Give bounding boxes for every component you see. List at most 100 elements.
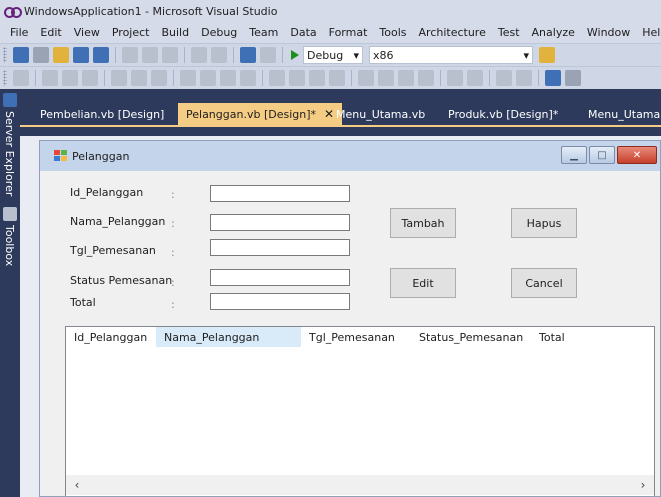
vertical-spacing-equal-icon[interactable]	[358, 70, 374, 86]
edit-button[interactable]: Edit	[390, 268, 456, 298]
undo-icon[interactable]	[191, 47, 207, 63]
toolbar-separator	[233, 47, 234, 63]
align-bottoms-icon[interactable]	[151, 70, 167, 86]
toolbar-grip[interactable]	[3, 47, 7, 63]
horizontal-scrollbar[interactable]: ‹ ›	[66, 475, 654, 495]
navigate-backward-icon[interactable]	[240, 47, 256, 63]
left-dock-strip: Server Explorer Toolbox	[0, 89, 20, 497]
menu-team[interactable]: Team	[243, 26, 284, 39]
total-input[interactable]	[210, 293, 350, 310]
increase-horizontal-spacing-icon[interactable]	[289, 70, 305, 86]
menu-tools[interactable]: Tools	[373, 26, 412, 39]
server-explorer-icon[interactable]	[3, 93, 17, 107]
solution-configuration-select[interactable]: Debug ▾	[303, 46, 363, 64]
menu-architecture[interactable]: Architecture	[413, 26, 492, 39]
tab-label: Menu_Utama.vb	[336, 107, 426, 121]
cancel-button[interactable]: Cancel	[511, 268, 577, 298]
toolbox-tab[interactable]: Toolbox	[3, 225, 16, 266]
add-item-icon[interactable]	[33, 47, 49, 63]
align-rights-icon[interactable]	[82, 70, 98, 86]
navigate-forward-icon[interactable]	[260, 47, 276, 63]
label-status-pemesanan: Status Pemesanan	[70, 274, 173, 287]
paste-icon[interactable]	[162, 47, 178, 63]
make-same-width-icon[interactable]	[180, 70, 196, 86]
menu-project[interactable]: Project	[106, 26, 156, 39]
menu-edit[interactable]: Edit	[34, 26, 67, 39]
form-title: Pelanggan	[72, 149, 130, 163]
tab-pembelian-design[interactable]: Pembelian.vb [Design]	[32, 103, 172, 125]
menu-view[interactable]: View	[68, 26, 106, 39]
make-same-size-icon[interactable]	[220, 70, 236, 86]
tab-pelanggan-design[interactable]: Pelanggan.vb [Design]* ✕	[178, 103, 343, 125]
standard-toolbar: Debug ▾ x86 ▾	[0, 43, 661, 66]
menu-file[interactable]: File	[4, 26, 34, 39]
column-header-status-pemesanan[interactable]: Status_Pemesanan	[411, 327, 531, 347]
status-pemesanan-input[interactable]	[210, 269, 350, 286]
toolbox-icon[interactable]	[3, 207, 17, 221]
save-icon[interactable]	[73, 47, 89, 63]
align-to-grid-icon[interactable]	[13, 70, 29, 86]
maximize-button[interactable]: □	[589, 146, 615, 164]
tab-menu-utama-code[interactable]: Menu_Utama.vb	[328, 103, 433, 125]
send-to-back-icon[interactable]	[516, 70, 532, 86]
copy-icon[interactable]	[142, 47, 158, 63]
menu-analyze[interactable]: Analyze	[526, 26, 581, 39]
form-pelanggan-window[interactable]: Pelanggan ▁ □ ✕ Id_Pelanggan : Nama_Pela…	[39, 140, 661, 497]
horizontal-spacing-equal-icon[interactable]	[269, 70, 285, 86]
pelanggan-list-view[interactable]: Id_Pelanggan Nama_Pelanggan Tgl_Pemesana…	[65, 326, 655, 496]
increase-vertical-spacing-icon[interactable]	[378, 70, 394, 86]
make-same-height-icon[interactable]	[200, 70, 216, 86]
id-pelanggan-input[interactable]	[210, 185, 350, 202]
close-window-button[interactable]: ✕	[617, 146, 657, 164]
align-middles-icon[interactable]	[131, 70, 147, 86]
menu-help[interactable]: Help	[636, 26, 661, 39]
remove-horizontal-spacing-icon[interactable]	[329, 70, 345, 86]
remove-vertical-spacing-icon[interactable]	[418, 70, 434, 86]
decrease-horizontal-spacing-icon[interactable]	[309, 70, 325, 86]
scroll-right-icon[interactable]: ›	[634, 475, 652, 495]
align-tops-icon[interactable]	[111, 70, 127, 86]
minimize-button[interactable]: ▁	[561, 146, 587, 164]
center-horizontally-icon[interactable]	[447, 70, 463, 86]
server-explorer-tab[interactable]: Server Explorer	[3, 111, 16, 196]
open-file-icon[interactable]	[53, 47, 69, 63]
new-project-icon[interactable]	[13, 47, 29, 63]
column-header-tgl-pemesanan[interactable]: Tgl_Pemesanan	[301, 327, 411, 347]
tab-label: Pelanggan.vb [Design]*	[186, 107, 317, 121]
toolbar-grip[interactable]	[3, 70, 7, 86]
menu-test[interactable]: Test	[492, 26, 526, 39]
menu-format[interactable]: Format	[323, 26, 374, 39]
cut-icon[interactable]	[122, 47, 138, 63]
column-header-total[interactable]: Total	[531, 327, 611, 347]
find-in-files-icon[interactable]	[539, 47, 555, 63]
toolbar-options-icon[interactable]	[565, 70, 581, 86]
tgl-pemesanan-input[interactable]	[210, 239, 350, 256]
hapus-button[interactable]: Hapus	[511, 208, 577, 238]
tab-label: Menu_Utama.vb	[588, 107, 661, 121]
save-all-icon[interactable]	[93, 47, 109, 63]
menu-debug[interactable]: Debug	[195, 26, 243, 39]
align-centers-icon[interactable]	[62, 70, 78, 86]
menu-data[interactable]: Data	[284, 26, 322, 39]
column-header-id-pelanggan[interactable]: Id_Pelanggan	[66, 327, 156, 347]
start-debugging-icon[interactable]	[291, 50, 299, 60]
label-colon: :	[171, 298, 175, 311]
align-lefts-icon[interactable]	[42, 70, 58, 86]
tab-order-icon[interactable]	[545, 70, 561, 86]
tab-menu-utama-code-2[interactable]: Menu_Utama.vb	[580, 103, 661, 125]
size-to-grid-icon[interactable]	[240, 70, 256, 86]
solution-platform-select[interactable]: x86 ▾	[369, 46, 533, 64]
tambah-button[interactable]: Tambah	[390, 208, 456, 238]
menu-build[interactable]: Build	[155, 26, 195, 39]
nama-pelanggan-input[interactable]	[210, 214, 350, 231]
menu-window[interactable]: Window	[581, 26, 636, 39]
decrease-vertical-spacing-icon[interactable]	[398, 70, 414, 86]
tab-produk-design[interactable]: Produk.vb [Design]*	[440, 103, 566, 125]
scroll-left-icon[interactable]: ‹	[68, 475, 86, 495]
layout-toolbar	[0, 66, 661, 89]
column-header-nama-pelanggan[interactable]: Nama_Pelanggan	[156, 327, 301, 347]
redo-icon[interactable]	[211, 47, 227, 63]
title-bar: WindowsApplication1 - Microsoft Visual S…	[0, 0, 661, 22]
center-vertically-icon[interactable]	[467, 70, 483, 86]
bring-to-front-icon[interactable]	[496, 70, 512, 86]
